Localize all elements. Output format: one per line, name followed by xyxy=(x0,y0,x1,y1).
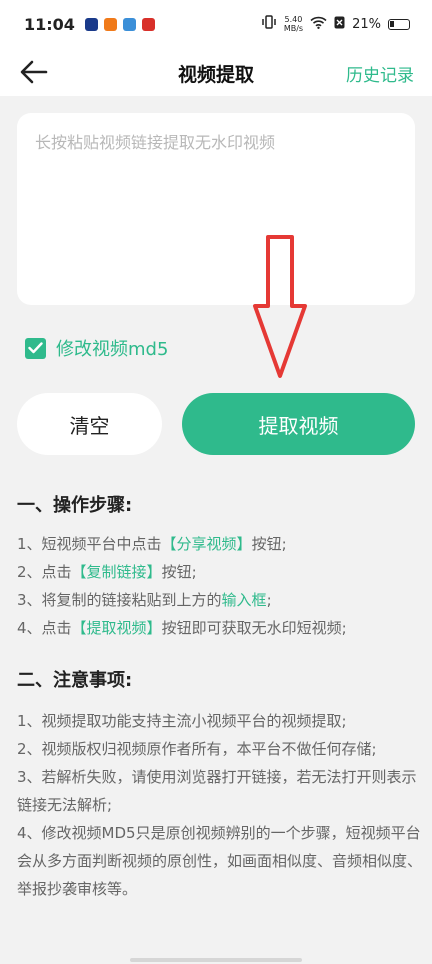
history-link[interactable]: 历史记录 xyxy=(346,61,414,86)
clear-button[interactable]: 清空 xyxy=(17,393,162,455)
network-speed: 5.40 MB/s xyxy=(283,15,304,33)
status-bar: 11:04 5.40 MB/s 21% xyxy=(0,0,432,48)
md5-option[interactable]: 修改视频md5 xyxy=(25,335,168,361)
steps-list: 1、短视频平台中点击【分享视频】按钮; 2、点击【复制链接】按钮; 3、将复制的… xyxy=(17,530,422,642)
notification-app-icon xyxy=(122,17,136,31)
list-item: 2、视频版权归视频原作者所有，本平台不做任何存储; xyxy=(17,740,377,758)
video-link-input[interactable] xyxy=(17,113,415,305)
battery-percent: 21% xyxy=(352,16,381,32)
list-item: 3、将复制的链接粘贴到上方的输入框; xyxy=(17,591,272,609)
down-arrow-icon xyxy=(253,235,307,378)
notification-app-icon xyxy=(141,17,155,31)
wifi-icon xyxy=(310,16,327,33)
steps-heading: 一、操作步骤: xyxy=(17,495,133,516)
list-item: 4、点击【提取视频】按钮即可获取无水印短视频; xyxy=(17,619,347,637)
list-item: 3、若解析失败，请使用浏览器打开链接，若无法打开则表示链接无法解析; xyxy=(17,768,417,814)
notes-heading: 二、注意事项: xyxy=(17,670,133,691)
md5-checkbox[interactable] xyxy=(25,337,46,359)
notes-list: 1、视频提取功能支持主流小视频平台的视频提取; 2、视频版权归视频原作者所有，本… xyxy=(17,707,422,903)
status-time: 11:04 xyxy=(24,14,75,34)
home-indicator[interactable] xyxy=(130,958,302,962)
list-item: 4、修改视频MD5只是原创视频辨别的一个步骤，短视频平台会从多方面判断视频的原创… xyxy=(17,824,423,898)
list-item: 2、点击【复制链接】按钮; xyxy=(17,563,197,581)
notification-app-icon xyxy=(103,17,117,31)
nav-bar: 视频提取 历史记录 xyxy=(0,48,432,96)
list-item: 1、短视频平台中点击【分享视频】按钮; xyxy=(17,535,287,553)
battery-icon xyxy=(388,18,410,30)
check-icon xyxy=(28,342,43,354)
md5-label: 修改视频md5 xyxy=(56,339,169,360)
notification-app-icon xyxy=(84,17,98,31)
sim-icon xyxy=(334,16,345,33)
vibrate-icon xyxy=(261,15,277,33)
back-arrow-icon[interactable] xyxy=(18,58,50,86)
extract-video-button[interactable]: 提取视频 xyxy=(182,393,415,455)
list-item: 1、视频提取功能支持主流小视频平台的视频提取; xyxy=(17,712,347,730)
